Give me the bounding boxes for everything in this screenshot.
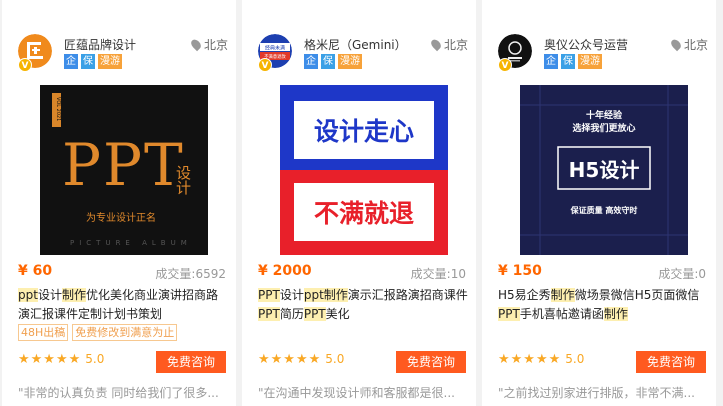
tag-guarantee: 保 — [81, 54, 95, 69]
title-text: 设计 — [37, 288, 62, 302]
shop-tags: 企 保 漫游 — [544, 54, 605, 69]
service-grid: V 匠蕴品牌设计 北京 企 保 漫游 VOL 2021 PPT 设计 为专业设计… — [0, 0, 723, 406]
sales-count: 成交量:6592 — [155, 267, 226, 281]
sales-count: 成交量:10 — [410, 267, 466, 281]
tag-roaming: 漫游 — [98, 54, 122, 69]
location: 北京 — [669, 36, 708, 53]
rating-score: 5.0 — [325, 352, 345, 366]
title-keyword: PPT — [303, 307, 326, 321]
tag-enterprise: 企 — [544, 54, 558, 69]
title-keyword: ppt — [18, 288, 38, 302]
title-keyword: ppt制作 — [303, 288, 348, 302]
location-pin-icon — [669, 37, 683, 52]
price: ¥ 60 — [18, 263, 53, 279]
title-keyword: PPT — [258, 307, 280, 321]
title-keyword: 制作 — [550, 288, 575, 302]
location-pin-icon — [429, 37, 443, 52]
review-snippet: "非常的认真负责 同时给我们了很多... — [18, 386, 219, 400]
tag-guarantee: 保 — [561, 54, 575, 69]
star-rating-icon: ★★★★★ — [258, 352, 322, 367]
service-card[interactable]: V 奥仪公众号运营 北京 企 保 漫游 十年经验 选择我们更放心 H5设计 保证… — [482, 0, 716, 406]
title-keyword: 制作 — [61, 288, 86, 302]
title-text: 简历 — [279, 307, 304, 321]
label-48h: 48H出稿 — [18, 324, 69, 341]
location-text: 北京 — [203, 38, 228, 52]
star-rating-icon: ★★★★★ — [498, 352, 562, 367]
tag-roaming: 漫游 — [338, 54, 362, 69]
thumb-top1: 十年经验 — [586, 109, 623, 121]
tag-enterprise: 企 — [64, 54, 78, 69]
price: ¥ 150 — [498, 263, 542, 279]
review-snippet: "之前找过别家进行排版，非常不满... — [498, 386, 695, 400]
rating: ★★★★★ 5.0 — [18, 352, 104, 367]
label-free-revision: 免费修改到满意为止 — [72, 324, 178, 341]
title-text: H5易企秀 — [498, 288, 551, 302]
service-card[interactable]: 经典未满 不满意退款 V 格米尼（Gemini） 北京 企 保 漫游 设计走心 … — [242, 0, 476, 406]
title-keyword: PPT — [498, 307, 520, 321]
service-thumbnail[interactable]: 设计走心 不满就退 — [280, 85, 448, 255]
service-title[interactable]: PPT设计ppt制作演示汇报路演招商课件PPT简历PPT美化 — [258, 286, 468, 324]
service-title[interactable]: H5易企秀制作微场景微信H5页面微信PPT手机喜帖邀请函制作 — [498, 286, 708, 324]
thumb-vertical-small: VOL 2021 — [55, 97, 61, 121]
service-thumbnail[interactable]: 十年经验 选择我们更放心 H5设计 保证质量 高效守时 — [520, 85, 688, 255]
avatar-text-top: 经典未满 — [265, 45, 285, 52]
shop-tags: 企 保 漫游 — [64, 54, 125, 69]
service-title[interactable]: ppt设计制作优化美化商业演讲招商路演汇报课件定制计划书策划 — [18, 286, 228, 324]
title-keyword: 制作 — [603, 307, 628, 321]
star-rating-icon: ★★★★★ — [18, 352, 82, 367]
review-snippet: "在沟通中发现设计师和客服都是很... — [258, 386, 455, 400]
thumb-main: H5设计 — [569, 158, 640, 182]
sales-count: 成交量:0 — [658, 267, 706, 281]
title-keyword: PPT — [258, 288, 280, 302]
shop-name[interactable]: 格米尼（Gemini） — [304, 36, 407, 53]
rating: ★★★★★ 5.0 — [258, 352, 344, 367]
thumb-big-text: PPT — [62, 131, 185, 199]
verified-icon: V — [258, 58, 272, 72]
thumb-sub: 保证质量 高效守时 — [570, 205, 638, 215]
tag-roaming: 漫游 — [578, 54, 602, 69]
location: 北京 — [429, 36, 468, 53]
consult-button[interactable]: 免费咨询 — [396, 351, 466, 373]
title-text: 手机喜帖邀请函 — [519, 307, 604, 321]
consult-button[interactable]: 免费咨询 — [156, 351, 226, 373]
thumb-side-text: 设计 — [174, 165, 192, 195]
title-text: 演示汇报路演招商课件 — [347, 288, 468, 302]
location: 北京 — [189, 36, 228, 53]
shop-name[interactable]: 匠蕴品牌设计 — [64, 36, 136, 53]
shop-header: V 奥仪公众号运营 北京 企 保 漫游 — [498, 30, 708, 74]
shop-name[interactable]: 奥仪公众号运营 — [544, 36, 628, 53]
location-pin-icon — [189, 37, 203, 52]
rating-score: 5.0 — [565, 352, 585, 366]
title-text: 微场景微信H5页面微信 — [574, 288, 700, 302]
shop-header: 经典未满 不满意退款 V 格米尼（Gemini） 北京 企 保 漫游 — [258, 30, 468, 74]
shop-tags: 企 保 漫游 — [304, 54, 365, 69]
thumb-line2: 不满就退 — [314, 199, 414, 228]
title-text: 美化 — [325, 307, 350, 321]
location-text: 北京 — [683, 38, 708, 52]
thumb-footer: PICTURE ALBUM — [70, 239, 192, 247]
service-labels: 48H出稿 免费修改到满意为止 — [18, 324, 181, 341]
thumb-line1: 设计走心 — [314, 117, 414, 146]
thumb-caption: 为专业设计正名 — [86, 211, 156, 224]
service-card[interactable]: V 匠蕴品牌设计 北京 企 保 漫游 VOL 2021 PPT 设计 为专业设计… — [2, 0, 236, 406]
verified-icon: V — [18, 58, 32, 72]
tag-guarantee: 保 — [321, 54, 335, 69]
verified-icon: V — [498, 58, 512, 72]
price: ¥ 2000 — [258, 263, 312, 279]
service-thumbnail[interactable]: VOL 2021 PPT 设计 为专业设计正名 PICTURE ALBUM — [40, 85, 208, 255]
shop-header: V 匠蕴品牌设计 北京 企 保 漫游 — [18, 30, 228, 74]
title-text: 设计 — [279, 288, 304, 302]
tag-enterprise: 企 — [304, 54, 318, 69]
thumb-top2: 选择我们更放心 — [572, 122, 635, 134]
consult-button[interactable]: 免费咨询 — [636, 351, 706, 373]
rating-score: 5.0 — [85, 352, 105, 366]
rating: ★★★★★ 5.0 — [498, 352, 584, 367]
location-text: 北京 — [443, 38, 468, 52]
